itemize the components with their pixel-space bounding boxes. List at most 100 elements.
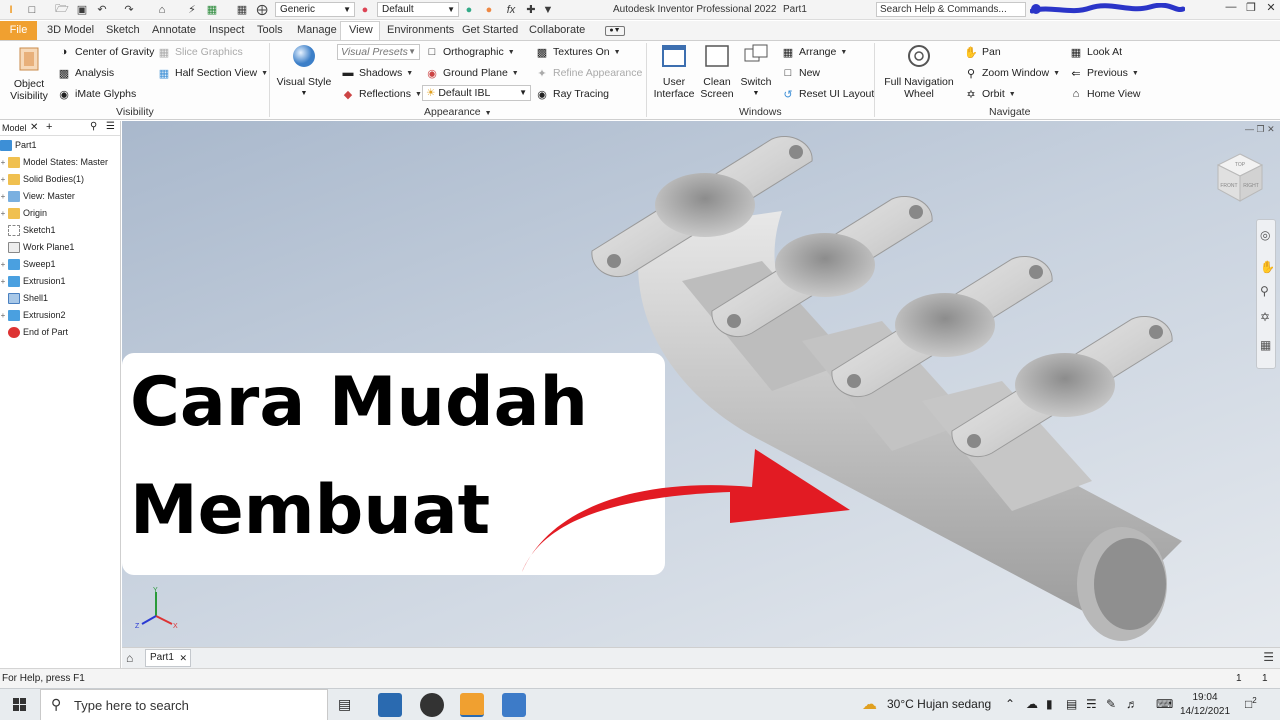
nav-wheel-icon[interactable]: ◎ [1260, 228, 1270, 242]
graphics-viewport[interactable]: Cara Mudah Membuat TOP FRONT RIGHT — ❐ ✕… [122, 121, 1280, 647]
zoom-icon[interactable]: ⚲ [1260, 284, 1269, 298]
visual-style-button[interactable]: Visual Style ▼ [275, 43, 333, 100]
look-at-button[interactable]: ▦ Look At [1069, 44, 1122, 60]
ibl-dropdown[interactable]: ☀ Default IBL ▼ [422, 85, 531, 101]
tab-annotate[interactable]: Annotate [152, 24, 196, 36]
tree-item-solid-bodies[interactable]: + Solid Bodies(1) [0, 171, 84, 187]
new-window-button[interactable]: □ New [781, 65, 820, 81]
material-dropdown[interactable]: Generic ▼ [275, 2, 355, 17]
tree-item-end-of-part[interactable]: End of Part [0, 324, 68, 340]
tab-environments[interactable]: Environments [387, 24, 454, 36]
tree-item-shell1[interactable]: Shell1 [0, 290, 48, 306]
close-button[interactable]: ✕ [1262, 1, 1280, 17]
calculator-app-icon[interactable] [502, 693, 526, 717]
show-hidden-icons[interactable]: ⌃ [1005, 697, 1015, 711]
browser-tab-model[interactable]: Model [2, 123, 27, 133]
switch-button[interactable]: Switch ▼ [738, 43, 774, 100]
tab-tools[interactable]: Tools [257, 24, 283, 36]
pan-button[interactable]: ✋ Pan [964, 44, 1001, 60]
expand-icon[interactable]: + [0, 175, 6, 184]
tree-item-view-master[interactable]: + View: Master [0, 188, 75, 204]
weather-icon[interactable]: ☁ [862, 695, 877, 713]
tree-item-origin[interactable]: + Origin [0, 205, 47, 221]
new-file-icon[interactable]: □ [24, 2, 40, 17]
update-icon[interactable]: ⚡ [184, 2, 200, 17]
clear-appearance-icon[interactable]: ● [481, 2, 497, 17]
tree-item-sketch1[interactable]: Sketch1 [0, 222, 56, 238]
add-tab-icon[interactable]: + [46, 121, 52, 133]
expand-icon[interactable]: + [0, 209, 6, 218]
measure-icon[interactable]: ▦ [234, 2, 250, 17]
tab-manage[interactable]: Manage [297, 24, 337, 36]
pan-icon[interactable]: ✋ [1260, 260, 1275, 274]
onedrive-icon[interactable]: ☁ [1026, 697, 1038, 711]
center-of-gravity-button[interactable]: ◑ Center of Gravity [57, 44, 155, 60]
windows-start-icon[interactable] [0, 689, 40, 720]
tab-inspect[interactable]: Inspect [209, 24, 244, 36]
open-folder-icon[interactable]: 🗁 [54, 2, 70, 17]
doc-tab-part1[interactable]: Part1 ✕ [145, 649, 191, 667]
help-search-input[interactable]: Search Help & Commands... [876, 2, 1026, 17]
taskbar-clock[interactable]: 19:04 14/12/2021 [1180, 691, 1230, 719]
user-interface-button[interactable]: User Interface [652, 43, 696, 100]
appearance-panel-label[interactable]: Appearance ▼ [424, 106, 492, 118]
half-section-view-button[interactable]: ▦ Half Section View ▼ [157, 65, 268, 81]
notification-center-icon[interactable]: □2 [1245, 696, 1257, 711]
ray-tracing-button[interactable]: ◉ Ray Tracing [535, 86, 609, 102]
tree-item-model-states[interactable]: + Model States: Master [0, 154, 108, 170]
customize-icon[interactable]: ▼ [540, 2, 556, 17]
tree-item-work-plane1[interactable]: Work Plane1 [0, 239, 74, 255]
close-icon[interactable]: ✕ [179, 650, 187, 666]
tab-file[interactable]: File [0, 21, 37, 40]
expand-icon[interactable]: + [0, 192, 6, 201]
tab-collaborate[interactable]: Collaborate [529, 24, 585, 36]
home-view-button[interactable]: ⌂ Home View [1069, 86, 1141, 102]
task-view-icon[interactable]: ▤ [338, 696, 351, 713]
color-wheel-icon[interactable]: ● [357, 2, 373, 17]
clean-screen-button[interactable]: Clean Screen [698, 43, 736, 100]
visual-presets-dropdown[interactable]: Visual Presets ▼ [337, 44, 420, 60]
expand-icon[interactable]: + [0, 277, 6, 286]
imate-glyphs-button[interactable]: ◉ iMate Glyphs [57, 86, 136, 102]
save-icon[interactable]: ▣ [74, 2, 90, 17]
arrange-button[interactable]: ▦ Arrange ▼ [781, 44, 848, 60]
fx-icon[interactable]: fx [503, 2, 519, 17]
search-icon[interactable]: ⚲ [90, 121, 97, 132]
network-icon[interactable]: ▤ [1066, 697, 1077, 711]
tree-item-part1[interactable]: Part1 [0, 137, 37, 153]
full-navigation-wheel-button[interactable]: Full Navigation Wheel [880, 43, 958, 100]
taskbar-search-input[interactable]: ⚲ Type here to search [40, 689, 328, 720]
previous-view-button[interactable]: ⇐ Previous ▼ [1069, 65, 1138, 81]
expand-icon[interactable]: + [0, 260, 6, 269]
orbit-icon[interactable]: ✡ [1260, 310, 1270, 324]
select-icon[interactable]: ⨁ [254, 2, 270, 17]
excel-icon[interactable]: ▦ [204, 2, 220, 17]
redo-icon[interactable]: ↷ [121, 2, 137, 17]
keyboard-icon[interactable]: ⌨ [1156, 697, 1173, 711]
expand-icon[interactable]: + [0, 158, 6, 167]
inventor-app-icon[interactable] [460, 693, 484, 717]
look-at-icon[interactable]: ▦ [1260, 338, 1271, 352]
orthographic-button[interactable]: □ Orthographic ▼ [425, 44, 515, 60]
textures-on-button[interactable]: ▩ Textures On ▼ [535, 44, 621, 60]
tab-view[interactable]: View [349, 24, 373, 36]
obs-app-icon[interactable] [420, 693, 444, 717]
home-icon[interactable]: ⌂ [154, 2, 170, 17]
zoom-window-button[interactable]: ⚲ Zoom Window ▼ [964, 65, 1060, 81]
analysis-button[interactable]: ▩ Analysis [57, 65, 114, 81]
shadows-button[interactable]: ▬ Shadows ▼ [341, 65, 414, 81]
tab-get-started[interactable]: Get Started [462, 24, 518, 36]
battery-icon[interactable]: ▮ [1046, 697, 1053, 711]
home-tab-icon[interactable]: ⌂ [126, 651, 133, 665]
appearance-dropdown[interactable]: Default ▼ [377, 2, 459, 17]
object-visibility-button[interactable]: Object Visibility [8, 45, 50, 102]
undo-icon[interactable]: ↶ [94, 2, 110, 17]
volume-icon[interactable]: ♬ [1126, 697, 1138, 711]
expand-icon[interactable]: + [0, 311, 6, 320]
weather-text[interactable]: 30°C Hujan sedang [887, 697, 991, 711]
wifi-icon[interactable]: ☴ [1086, 697, 1097, 711]
close-icon[interactable]: ✕ [30, 122, 38, 133]
tree-item-extrusion1[interactable]: + Extrusion1 [0, 273, 66, 289]
doc-tabs-menu-icon[interactable]: ☰ [1263, 650, 1274, 664]
orbit-button[interactable]: ✡ Orbit ▼ [964, 86, 1015, 102]
